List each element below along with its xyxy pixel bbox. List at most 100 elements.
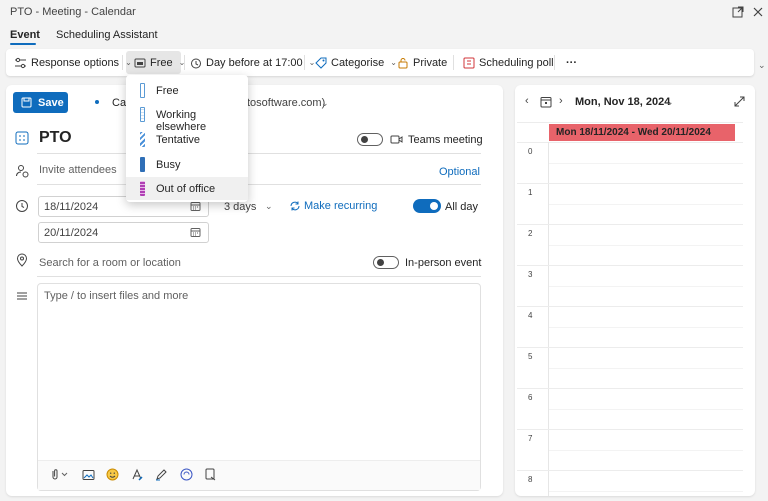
emoji-icon[interactable] <box>106 468 119 481</box>
menu-item-free[interactable]: Free <box>126 79 248 102</box>
response-options-button[interactable]: Response options ⌄ <box>14 49 132 76</box>
calendar-event-block[interactable]: Mon 18/11/2024 - Wed 20/11/2024 <box>549 124 735 141</box>
private-label: Private <box>413 56 448 69</box>
teams-meeting-label: Teams meeting <box>408 134 483 146</box>
apps-icon[interactable] <box>204 468 217 481</box>
scheduling-poll-button[interactable]: Scheduling poll <box>463 49 554 76</box>
show-as-label: Free <box>150 56 173 69</box>
tab-scheduling-assistant[interactable]: Scheduling Assistant <box>56 29 158 41</box>
more-options-button[interactable]: ··· <box>566 49 577 76</box>
calendar-icon[interactable] <box>190 201 201 212</box>
recurring-icon <box>289 200 301 212</box>
free-status-swatch <box>140 83 145 98</box>
grid-line <box>549 286 743 287</box>
menu-item-out-of-office[interactable]: Out of office <box>126 177 248 200</box>
toolbar: Response options ⌄ Free ⌄ Day before at … <box>6 49 754 76</box>
loop-icon[interactable] <box>180 468 193 481</box>
categorise-button[interactable]: Categorise ⌄ <box>315 49 397 76</box>
toolbar-expand-chevron-icon[interactable]: ⌄ <box>758 60 766 71</box>
out-of-office-status-swatch <box>140 181 145 196</box>
end-date-field[interactable]: 20/11/2024 <box>38 222 209 243</box>
lock-icon <box>397 57 409 69</box>
end-date-value: 20/11/2024 <box>44 226 99 239</box>
grid-line <box>517 429 743 430</box>
event-body-placeholder: Type / to insert files and more <box>44 290 189 302</box>
chevron-down-icon[interactable]: ⌄ <box>321 98 329 109</box>
grid-line <box>517 347 743 348</box>
grid-line <box>517 224 743 225</box>
calendar-date-selector[interactable]: Mon, Nov 18, 2024 <box>575 96 670 108</box>
divider <box>37 153 481 154</box>
clock-icon <box>15 199 29 213</box>
toolbar-divider <box>304 55 305 70</box>
text-lines-icon <box>15 290 29 304</box>
expand-icon[interactable] <box>734 96 745 107</box>
hour-label: 0 <box>528 147 533 156</box>
event-title-field[interactable]: PTO <box>39 129 72 147</box>
categorise-label: Categorise <box>331 56 385 69</box>
chevron-down-icon: ⌄ <box>265 201 273 211</box>
divider <box>37 276 481 277</box>
reminder-label: Day before at 17:00 <box>206 56 303 69</box>
make-recurring-button[interactable]: Make recurring <box>304 200 377 212</box>
format-text-icon[interactable] <box>131 468 144 481</box>
menu-item-label: Busy <box>156 159 181 171</box>
toolbar-divider <box>554 55 555 70</box>
save-button[interactable]: Save <box>13 92 68 113</box>
pop-out-icon[interactable] <box>731 5 745 19</box>
previous-day-icon[interactable]: ‹ <box>525 95 529 107</box>
chevron-down-icon[interactable]: ⌄ <box>666 97 674 108</box>
toolbar-divider <box>122 55 123 70</box>
save-icon <box>21 97 32 108</box>
all-day-toggle[interactable] <box>413 199 441 213</box>
grid-line <box>517 122 743 123</box>
working-elsewhere-status-swatch <box>140 107 145 122</box>
calendar-icon[interactable] <box>190 227 201 238</box>
teams-meeting-toggle[interactable] <box>357 133 383 146</box>
menu-item-tentative[interactable]: Tentative <box>126 128 248 151</box>
grid-line <box>517 142 743 143</box>
invite-attendees-input[interactable]: Invite attendees <box>39 164 117 176</box>
reminder-button[interactable]: Day before at 17:00 ⌄ <box>190 49 315 76</box>
next-day-icon[interactable]: › <box>559 95 563 107</box>
save-label: Save <box>38 96 64 109</box>
grid-line <box>549 491 743 492</box>
attach-icon[interactable] <box>49 468 69 481</box>
grid-line <box>549 409 743 410</box>
toolbar-divider <box>453 55 454 70</box>
calendar-color-dot <box>95 100 99 104</box>
show-as-dropdown-menu: Free Working elsewhere Tentative Busy Ou… <box>126 75 248 202</box>
image-icon[interactable] <box>82 469 95 481</box>
grid-line <box>549 204 743 205</box>
divider <box>37 184 481 185</box>
grid-line <box>549 450 743 451</box>
pen-icon[interactable] <box>155 468 168 481</box>
optional-attendees-link[interactable]: Optional <box>439 166 480 178</box>
tab-event[interactable]: Event <box>10 29 40 41</box>
location-pin-icon <box>15 253 29 267</box>
calendar-account[interactable]: tosoftware.com) <box>247 97 325 109</box>
grid-line <box>517 306 743 307</box>
grid-line <box>549 368 743 369</box>
menu-item-working-elsewhere[interactable]: Working elsewhere <box>126 103 248 133</box>
response-options-label: Response options <box>31 56 120 69</box>
in-person-toggle[interactable] <box>373 256 399 269</box>
hour-label: 7 <box>528 434 533 443</box>
location-input[interactable]: Search for a room or location <box>39 257 181 269</box>
busy-status-swatch <box>140 157 145 172</box>
close-icon[interactable] <box>751 5 765 19</box>
grid-line <box>517 388 743 389</box>
start-date-value: 18/11/2024 <box>44 200 99 213</box>
window-title: PTO - Meeting - Calendar <box>10 6 136 18</box>
grid-line <box>517 265 743 266</box>
menu-item-busy[interactable]: Busy <box>126 153 248 176</box>
private-button[interactable]: Private <box>397 49 447 76</box>
toolbar-divider <box>184 55 185 70</box>
hour-label: 8 <box>528 475 533 484</box>
today-calendar-icon[interactable] <box>540 96 552 108</box>
show-as-button[interactable]: Free ⌄ <box>134 49 185 76</box>
grid-line <box>549 327 743 328</box>
scheduling-poll-label: Scheduling poll <box>479 56 554 69</box>
hour-label: 1 <box>528 188 533 197</box>
chevron-down-icon: ⌄ <box>125 58 132 67</box>
